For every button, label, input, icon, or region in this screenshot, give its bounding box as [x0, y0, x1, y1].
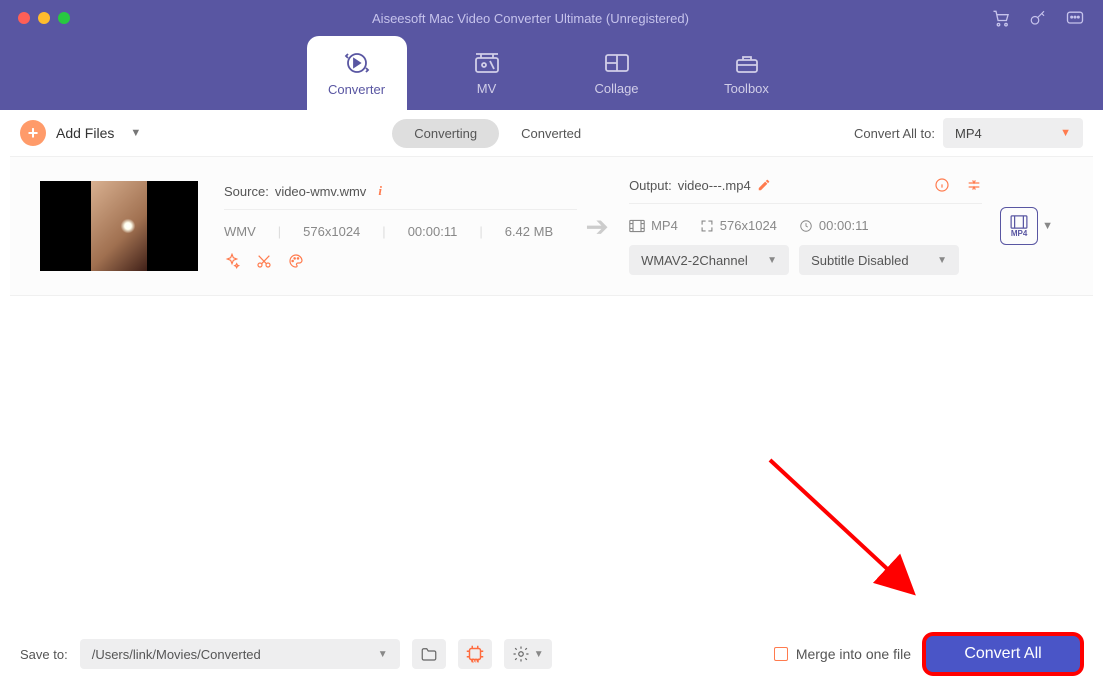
chat-icon[interactable]: [1065, 8, 1085, 28]
mv-icon: [473, 51, 501, 75]
subtitle-select[interactable]: Subtitle Disabled ▼: [799, 245, 959, 275]
empty-file-area: [10, 296, 1093, 614]
tab-mv-label: MV: [477, 81, 497, 96]
gpu-accel-button[interactable]: ON: [458, 639, 492, 669]
format-badge: MP4: [1000, 207, 1038, 245]
chevron-down-icon: ▼: [937, 255, 947, 266]
audio-track-value: WMAV2-2Channel: [641, 253, 748, 268]
merge-checkbox[interactable]: Merge into one file: [774, 646, 911, 662]
source-size: 6.42 MB: [505, 224, 553, 239]
subtab-converting[interactable]: Converting: [392, 119, 499, 148]
info-icon[interactable]: i: [378, 183, 382, 199]
title-bar: Aiseesoft Mac Video Converter Ultimate (…: [0, 0, 1103, 36]
video-thumbnail[interactable]: [40, 181, 198, 271]
output-line: Output: video---.mp4: [629, 177, 982, 204]
format-badge-text: MP4: [1011, 229, 1027, 238]
chevron-down-icon[interactable]: ▼: [130, 127, 141, 139]
info-circle-icon[interactable]: [934, 177, 950, 193]
open-folder-button[interactable]: [412, 639, 446, 669]
toolbox-icon: [733, 51, 761, 75]
chevron-down-icon: ▼: [378, 649, 388, 660]
title-bar-right: [991, 8, 1085, 28]
tab-collage-label: Collage: [594, 81, 638, 96]
source-tools: [224, 253, 577, 269]
output-meta: MP4 576x1024 00:00:11: [629, 218, 982, 233]
chevron-down-icon: ▼: [1060, 127, 1071, 139]
palette-icon[interactable]: [288, 253, 304, 269]
source-column: Source: video-wmv.wmv i WMV | 576x1024 |…: [224, 183, 577, 269]
bottom-bar: Save to: /Users/link/Movies/Converted ▼ …: [10, 619, 1093, 689]
convert-all-to: Convert All to: MP4 ▼: [854, 118, 1083, 148]
cart-icon[interactable]: [991, 8, 1011, 28]
edit-name-icon[interactable]: [757, 178, 771, 192]
plus-icon: +: [20, 120, 46, 146]
file-item: Source: video-wmv.wmv i WMV | 576x1024 |…: [10, 156, 1093, 296]
chevron-down-icon: ▼: [767, 255, 777, 266]
checkbox-icon: [774, 647, 788, 661]
save-to-label: Save to:: [20, 647, 68, 662]
source-meta: WMV | 576x1024 | 00:00:11 | 6.42 MB: [224, 224, 577, 239]
source-format: WMV: [224, 224, 256, 239]
converter-icon: [342, 50, 372, 76]
collage-icon: [603, 51, 631, 75]
svg-text:ON: ON: [471, 658, 479, 664]
minimize-window-button[interactable]: [38, 12, 50, 24]
tab-toolbox[interactable]: Toolbox: [697, 36, 797, 110]
save-path-select[interactable]: /Users/link/Movies/Converted ▼: [80, 639, 400, 669]
merge-label: Merge into one file: [796, 646, 911, 662]
arrow-right-icon: ➔: [585, 210, 608, 243]
cut-icon[interactable]: [256, 253, 272, 269]
output-format: MP4: [651, 218, 678, 233]
chevron-down-icon: ▼: [534, 649, 544, 660]
subtabs: Converting Converted: [392, 119, 603, 148]
main-nav: Converter MV Collage Toolbox: [0, 36, 1103, 110]
save-path-value: /Users/link/Movies/Converted: [92, 647, 261, 662]
tab-mv[interactable]: MV: [437, 36, 537, 110]
tab-collage[interactable]: Collage: [567, 36, 667, 110]
clock-icon: [799, 219, 813, 233]
source-label: Source:: [224, 184, 269, 199]
key-icon[interactable]: [1029, 9, 1047, 27]
settings-button[interactable]: ▼: [504, 639, 552, 669]
star-effect-icon[interactable]: [224, 253, 240, 269]
output-selects: WMAV2-2Channel ▼ Subtitle Disabled ▼: [629, 245, 982, 275]
audio-track-select[interactable]: WMAV2-2Channel ▼: [629, 245, 789, 275]
source-filename: video-wmv.wmv: [275, 184, 367, 199]
video-format-icon: [629, 219, 645, 233]
output-column: Output: video---.mp4 MP4: [629, 177, 982, 275]
subtitle-value: Subtitle Disabled: [811, 253, 909, 268]
output-label: Output:: [629, 178, 672, 193]
convert-all-value: MP4: [955, 126, 982, 141]
window-controls: [18, 12, 70, 24]
compress-icon[interactable]: [966, 177, 982, 193]
arrow-divider: ➔: [577, 210, 617, 243]
source-duration: 00:00:11: [408, 224, 458, 239]
close-window-button[interactable]: [18, 12, 30, 24]
add-files-button[interactable]: + Add Files ▼: [20, 120, 141, 146]
tab-converter[interactable]: Converter: [307, 36, 407, 110]
maximize-window-button[interactable]: [58, 12, 70, 24]
output-format-picker[interactable]: MP4 ▼: [1000, 207, 1053, 245]
tab-converter-label: Converter: [328, 82, 385, 97]
expand-icon: [700, 219, 714, 233]
output-duration: 00:00:11: [819, 218, 869, 233]
convert-all-label: Convert All: [964, 645, 1041, 663]
gear-icon: [512, 645, 530, 663]
subtab-converted[interactable]: Converted: [499, 119, 603, 148]
source-line: Source: video-wmv.wmv i: [224, 183, 577, 210]
convert-all-format-select[interactable]: MP4 ▼: [943, 118, 1083, 148]
tab-toolbox-label: Toolbox: [724, 81, 769, 96]
toolbar: + Add Files ▼ Converting Converted Conve…: [10, 110, 1093, 156]
convert-all-button[interactable]: Convert All: [923, 633, 1083, 675]
source-resolution: 576x1024: [303, 224, 360, 239]
output-resolution: 576x1024: [720, 218, 777, 233]
convert-all-label: Convert All to:: [854, 126, 935, 141]
output-filename: video---.mp4: [678, 178, 751, 193]
app-title: Aiseesoft Mac Video Converter Ultimate (…: [70, 11, 991, 26]
add-files-label: Add Files: [56, 125, 114, 141]
chevron-down-icon: ▼: [1042, 220, 1053, 232]
